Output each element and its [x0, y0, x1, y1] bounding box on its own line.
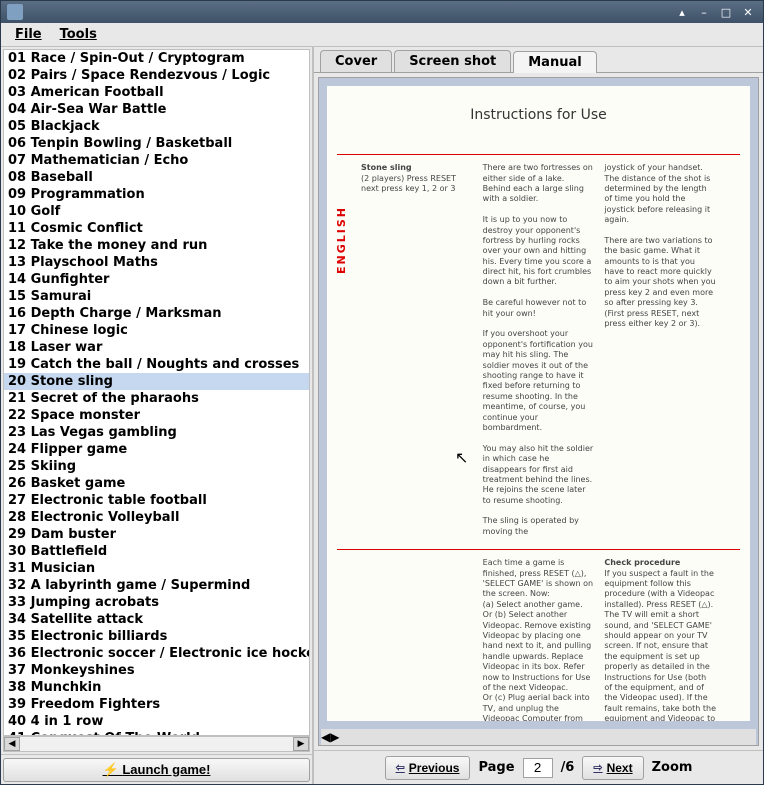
zoom-label: Zoom	[652, 760, 693, 775]
list-item[interactable]: 23 Las Vegas gambling	[4, 424, 309, 441]
hscroll-left-icon[interactable]: ◀	[4, 737, 20, 751]
list-item[interactable]: 16 Depth Charge / Marksman	[4, 305, 309, 322]
game-title: Stone sling	[361, 163, 412, 172]
list-item[interactable]: 13 Playschool Maths	[4, 254, 309, 271]
list-item[interactable]: 03 American Football	[4, 84, 309, 101]
list-item[interactable]: 24 Flipper game	[4, 441, 309, 458]
page-total: /6	[561, 760, 575, 775]
list-item[interactable]: 17 Chinese logic	[4, 322, 309, 339]
game-list-hscroll[interactable]: ◀ ▶	[3, 736, 310, 752]
list-item[interactable]: 32 A labyrinth game / Supermind	[4, 577, 309, 594]
list-item[interactable]: 36 Electronic soccer / Electronic ice ho…	[4, 645, 309, 662]
launch-game-button[interactable]: ⚡ Launch game!	[3, 758, 310, 782]
list-item[interactable]: 05 Blackjack	[4, 118, 309, 135]
list-item[interactable]: 31 Musician	[4, 560, 309, 577]
list-item[interactable]: 18 Laser war	[4, 339, 309, 356]
list-item[interactable]: 01 Race / Spin-Out / Cryptogram	[4, 50, 309, 67]
left-panel: 01 Race / Spin-Out / Cryptogram02 Pairs …	[1, 47, 314, 784]
tab-cover[interactable]: Cover	[320, 50, 392, 72]
list-item[interactable]: 15 Samurai	[4, 288, 309, 305]
list-item[interactable]: 30 Battlefield	[4, 543, 309, 560]
hscroll-right-icon[interactable]: ▶	[293, 737, 309, 751]
manual-viewer: Instructions for Use ENGLISH Stone sling…	[318, 77, 759, 746]
list-item[interactable]: 41 Conquest Of The World	[4, 730, 309, 735]
english-label: ENGLISH	[335, 206, 349, 274]
list-item[interactable]: 25 Skiing	[4, 458, 309, 475]
right-panel: Cover Screen shot Manual Instructions fo…	[314, 47, 763, 784]
app-icon	[7, 4, 23, 20]
arrow-left-icon: ⇦	[396, 761, 405, 774]
manual-page: Instructions for Use ENGLISH Stone sling…	[327, 86, 750, 721]
list-item[interactable]: 06 Tenpin Bowling / Basketball	[4, 135, 309, 152]
list-item[interactable]: 09 Programmation	[4, 186, 309, 203]
content: 01 Race / Spin-Out / Cryptogram02 Pairs …	[1, 47, 763, 784]
list-item[interactable]: 28 Electronic Volleyball	[4, 509, 309, 526]
list-item[interactable]: 22 Space monster	[4, 407, 309, 424]
list-item[interactable]: 26 Basket game	[4, 475, 309, 492]
list-item[interactable]: 39 Freedom Fighters	[4, 696, 309, 713]
list-item[interactable]: 38 Munchkin	[4, 679, 309, 696]
rollup-button[interactable]: ▴	[673, 5, 691, 19]
page-input[interactable]	[523, 758, 553, 778]
list-item[interactable]: 02 Pairs / Space Rendezvous / Logic	[4, 67, 309, 84]
tab-bar: Cover Screen shot Manual	[314, 47, 763, 73]
menu-tools[interactable]: Tools	[52, 25, 105, 44]
titlebar: ▴ – □ ✕	[1, 1, 763, 23]
list-item[interactable]: 19 Catch the ball / Noughts and crosses	[4, 356, 309, 373]
list-item[interactable]: 12 Take the money and run	[4, 237, 309, 254]
list-item[interactable]: 20 Stone sling	[4, 373, 309, 390]
list-item[interactable]: 40 4 in 1 row	[4, 713, 309, 730]
page-label: Page	[478, 760, 514, 775]
close-button[interactable]: ✕	[739, 5, 757, 19]
menubar: File Tools	[1, 23, 763, 47]
app-window: ▴ – □ ✕ File Tools 01 Race / Spin-Out / …	[0, 0, 764, 785]
list-item[interactable]: 34 Satellite attack	[4, 611, 309, 628]
list-item[interactable]: 27 Electronic table football	[4, 492, 309, 509]
tab-screenshot[interactable]: Screen shot	[394, 50, 511, 72]
list-item[interactable]: 07 Mathematician / Echo	[4, 152, 309, 169]
pager: ⇦Previous Page /6 ⇨Next Zoom	[314, 750, 763, 784]
manual-hscroll-right-icon[interactable]: ▶	[330, 730, 339, 744]
manual-hscroll[interactable]: ◀ ▶	[321, 729, 756, 745]
menu-file[interactable]: File	[7, 25, 50, 44]
maximize-button[interactable]: □	[717, 5, 735, 19]
arrow-right-icon: ⇨	[593, 761, 602, 774]
list-item[interactable]: 33 Jumping acrobats	[4, 594, 309, 611]
list-item[interactable]: 21 Secret of the pharaohs	[4, 390, 309, 407]
list-item[interactable]: 37 Monkeyshines	[4, 662, 309, 679]
previous-button[interactable]: ⇦Previous	[385, 756, 471, 780]
list-item[interactable]: 11 Cosmic Conflict	[4, 220, 309, 237]
list-item[interactable]: 10 Golf	[4, 203, 309, 220]
game-list[interactable]: 01 Race / Spin-Out / Cryptogram02 Pairs …	[4, 50, 309, 735]
next-button[interactable]: ⇨Next	[582, 756, 643, 780]
list-item[interactable]: 29 Dam buster	[4, 526, 309, 543]
minimize-button[interactable]: –	[695, 5, 713, 19]
list-item[interactable]: 14 Gunfighter	[4, 271, 309, 288]
list-item[interactable]: 35 Electronic billiards	[4, 628, 309, 645]
manual-hscroll-left-icon[interactable]: ◀	[321, 730, 330, 744]
list-item[interactable]: 08 Baseball	[4, 169, 309, 186]
list-item[interactable]: 04 Air-Sea War Battle	[4, 101, 309, 118]
tab-manual[interactable]: Manual	[513, 51, 596, 73]
manual-heading: Instructions for Use	[337, 106, 740, 124]
